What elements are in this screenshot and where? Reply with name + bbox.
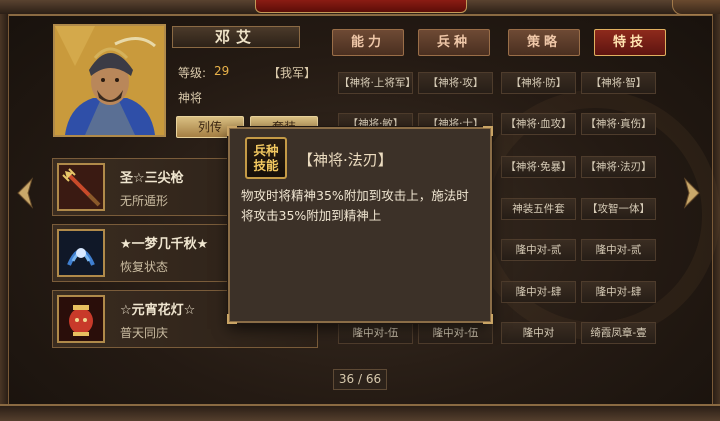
army-tag: 【我军】 <box>268 66 317 80</box>
level-label: 等级: <box>178 66 207 80</box>
tooltip-description: 物攻时将精神35%附加到攻击上，施法时将攻击35%附加到精神上 <box>241 188 469 223</box>
item-desc: 普天同庆 <box>120 326 169 340</box>
page-indicator: 36 / 66 <box>333 369 387 390</box>
level-value: 29 <box>214 64 230 78</box>
skill-item[interactable]: 【神将·血攻】 <box>501 113 576 135</box>
skill-item[interactable]: 【神将·法刃】 <box>581 156 656 178</box>
dream-emblem-icon <box>57 229 105 277</box>
lantern-icon <box>57 295 105 343</box>
skill-tooltip: 兵种 技能 【神将·法刃】 物攻时将精神35%附加到攻击上，施法时将攻击35%附… <box>227 126 493 324</box>
tooltip-title: 【神将·法刃】 <box>298 151 393 169</box>
rank-text: 神将 <box>178 91 203 105</box>
skill-item[interactable]: 隆中对-伍 <box>418 322 493 344</box>
item-name: 圣☆三尖枪 <box>120 171 184 186</box>
next-general-arrow-icon[interactable] <box>681 176 703 210</box>
tab-strategy[interactable]: 策略 <box>508 29 580 56</box>
bottom-frame <box>0 404 720 421</box>
tab-special-skill[interactable]: 特技 <box>594 29 666 56</box>
tab-troop-type[interactable]: 兵种 <box>418 29 490 56</box>
skill-item[interactable]: 【神将·防】 <box>501 72 576 94</box>
item-desc: 无所遁形 <box>120 194 169 208</box>
tab-ability[interactable]: 能力 <box>332 29 404 56</box>
left-frame <box>0 14 9 404</box>
corner-ornament <box>227 314 237 324</box>
badge-line: 技能 <box>253 158 279 173</box>
corner-ornament <box>227 126 237 136</box>
skill-item[interactable]: 隆中对-肆 <box>501 281 576 303</box>
skill-item[interactable]: 神装五件套 <box>501 198 576 220</box>
game-window: 邓艾 等级: 29 【我军】 神将 列传 套装 圣☆三尖枪 无所遁形 <box>0 0 720 421</box>
general-portrait <box>53 24 166 137</box>
skill-item[interactable]: 隆中对-肆 <box>581 281 656 303</box>
skill-item[interactable]: 【神将·真伤】 <box>581 113 656 135</box>
spear-icon <box>57 163 105 211</box>
skill-item[interactable]: 绮霞凤章-壹 <box>581 322 656 344</box>
badge-line: 兵种 <box>253 143 279 158</box>
general-name: 邓艾 <box>172 26 300 48</box>
skill-item[interactable]: 隆中对-伍 <box>338 322 413 344</box>
title-banner <box>255 0 467 13</box>
skill-item[interactable]: 隆中对-贰 <box>501 239 576 261</box>
item-desc: 恢复状态 <box>120 260 169 274</box>
corner-ornament <box>483 126 493 136</box>
skill-item[interactable]: 【攻智一体】 <box>581 198 656 220</box>
skill-item[interactable]: 【神将·攻】 <box>418 72 493 94</box>
skill-item[interactable]: 隆中对 <box>501 322 576 344</box>
item-name: ☆元宵花灯☆ <box>120 303 196 318</box>
skill-item[interactable]: 【神将·上将军】 <box>338 72 413 94</box>
skill-item[interactable]: 隆中对-贰 <box>581 239 656 261</box>
skill-item[interactable]: 【神将·免暴】 <box>501 156 576 178</box>
troop-skill-badge: 兵种 技能 <box>245 137 287 179</box>
close-button[interactable] <box>672 0 720 15</box>
item-name: ★一梦几千秋★ <box>120 237 209 252</box>
skill-item[interactable]: 【神将·智】 <box>581 72 656 94</box>
corner-ornament <box>483 314 493 324</box>
prev-general-arrow-icon[interactable] <box>14 176 36 210</box>
